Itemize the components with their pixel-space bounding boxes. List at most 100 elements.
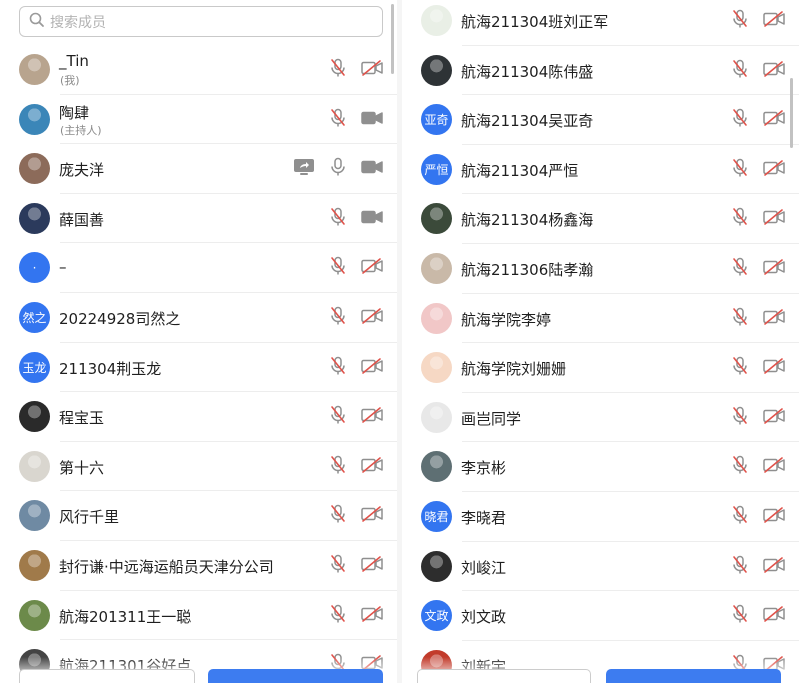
invite-button[interactable] [417,669,591,683]
avatar-initials: 文政 [421,600,452,632]
manage-button[interactable] [606,669,781,683]
mic-muted-icon[interactable] [327,553,349,575]
mic-muted-icon[interactable] [327,255,349,277]
member-row[interactable]: 航海学院刘姗姗 [402,343,799,393]
member-row[interactable]: 文政 刘文政 [402,591,799,641]
member-row[interactable]: 庞夫洋 [0,144,397,194]
camera-icon[interactable] [361,156,383,178]
camera-off-icon[interactable] [763,206,785,228]
camera-icon[interactable] [361,107,383,129]
member-row[interactable]: 晓君 李晓君 [402,492,799,542]
member-row[interactable]: 程宝玉 [0,392,397,442]
member-name: 航海211304陈伟盛 [461,62,594,81]
member-row[interactable]: 然之 20224928司然之 [0,293,397,343]
screen-share-icon[interactable] [293,156,315,178]
member-name: – [59,258,67,277]
mic-muted-icon[interactable] [729,504,751,526]
member-controls [327,454,383,476]
search-input[interactable]: 搜索成员 [50,12,106,32]
camera-off-icon[interactable] [763,107,785,129]
mic-muted-icon[interactable] [327,503,349,525]
mic-muted-icon[interactable] [729,405,751,427]
member-row[interactable]: 航海211306陆孝瀚 [402,244,799,294]
camera-off-icon[interactable] [361,553,383,575]
mic-muted-icon[interactable] [327,305,349,327]
mic-muted-icon[interactable] [729,58,751,80]
member-name: 航海201311王一聪 [59,607,192,626]
member-row[interactable]: 风行千里 [0,491,397,541]
member-row[interactable]: 画岂同学 [402,393,799,443]
camera-off-icon[interactable] [763,603,785,625]
camera-off-icon[interactable] [361,355,383,377]
mic-muted-icon[interactable] [327,603,349,625]
avatar-text: 亚奇 [424,113,449,128]
mic-muted-icon[interactable] [327,57,349,79]
mic-muted-icon[interactable] [327,355,349,377]
mic-icon[interactable] [327,156,349,178]
member-row[interactable]: 刘峻江 [402,542,799,592]
scrollbar-left[interactable] [391,4,394,74]
avatar [421,5,452,36]
camera-off-icon[interactable] [763,554,785,576]
member-name: 第十六 [59,458,105,477]
member-row[interactable]: 第十六 [0,442,397,492]
avatar [19,450,50,482]
scrollbar-right[interactable] [790,78,793,148]
mic-muted-icon[interactable] [729,8,751,30]
member-name: 薛国善 [59,210,105,229]
camera-off-icon[interactable] [361,503,383,525]
mic-muted-icon[interactable] [729,355,751,377]
camera-off-icon[interactable] [763,504,785,526]
camera-off-icon[interactable] [763,306,785,328]
camera-off-icon[interactable] [361,404,383,426]
mic-muted-icon[interactable] [729,454,751,476]
member-row[interactable]: 航海学院李婷 [402,294,799,344]
member-row[interactable]: 亚奇 航海211304吴亚奇 [402,95,799,145]
mic-muted-icon[interactable] [327,454,349,476]
member-name: 李京彬 [461,459,507,478]
member-row[interactable]: 航海211304陈伟盛 [402,46,799,96]
camera-off-icon[interactable] [763,157,785,179]
mic-muted-icon[interactable] [327,107,349,129]
camera-off-icon[interactable] [763,454,785,476]
member-row[interactable]: 李京彬 [402,442,799,492]
mic-muted-icon[interactable] [729,306,751,328]
member-row[interactable]: 陶肆 (主持人) [0,95,397,145]
member-row[interactable]: 封行谦·中远海运船员天津分公司 [0,541,397,591]
camera-off-icon[interactable] [763,58,785,80]
mic-muted-icon[interactable] [327,206,349,228]
camera-off-icon[interactable] [361,57,383,79]
camera-icon[interactable] [361,206,383,228]
camera-off-icon[interactable] [361,255,383,277]
member-row[interactable]: 航海211304班刘正军 [402,0,799,46]
camera-off-icon[interactable] [361,305,383,327]
camera-off-icon[interactable] [763,355,785,377]
member-row[interactable]: 薛国善 [0,194,397,244]
member-controls [327,206,383,228]
camera-off-icon[interactable] [763,405,785,427]
mic-muted-icon[interactable] [729,206,751,228]
avatar [421,302,452,334]
member-row[interactable]: · – [0,243,397,293]
mic-muted-icon[interactable] [729,256,751,278]
member-row[interactable]: 航海201311王一聪 [0,591,397,641]
mic-muted-icon[interactable] [327,404,349,426]
mic-muted-icon[interactable] [729,157,751,179]
member-controls [327,553,383,575]
manage-button[interactable] [208,669,383,683]
member-row[interactable]: 严恒 航海211304严恒 [402,145,799,195]
invite-button[interactable] [19,669,195,683]
member-list-right: 航海211304班刘正军 航海211304陈伟盛 亚奇 航海211304吴亚奇 严… [402,0,799,683]
camera-off-icon[interactable] [763,8,785,30]
mic-muted-icon[interactable] [729,554,751,576]
member-row[interactable]: _Tin (我) [0,45,397,95]
member-row[interactable]: 航海211304杨鑫海 [402,194,799,244]
member-row[interactable]: 玉龙 211304荆玉龙 [0,343,397,393]
camera-off-icon[interactable] [361,603,383,625]
search-box[interactable]: 搜索成员 [19,6,383,37]
mic-muted-icon[interactable] [729,603,751,625]
avatar-text: 文政 [424,609,449,624]
camera-off-icon[interactable] [361,454,383,476]
camera-off-icon[interactable] [763,256,785,278]
mic-muted-icon[interactable] [729,107,751,129]
